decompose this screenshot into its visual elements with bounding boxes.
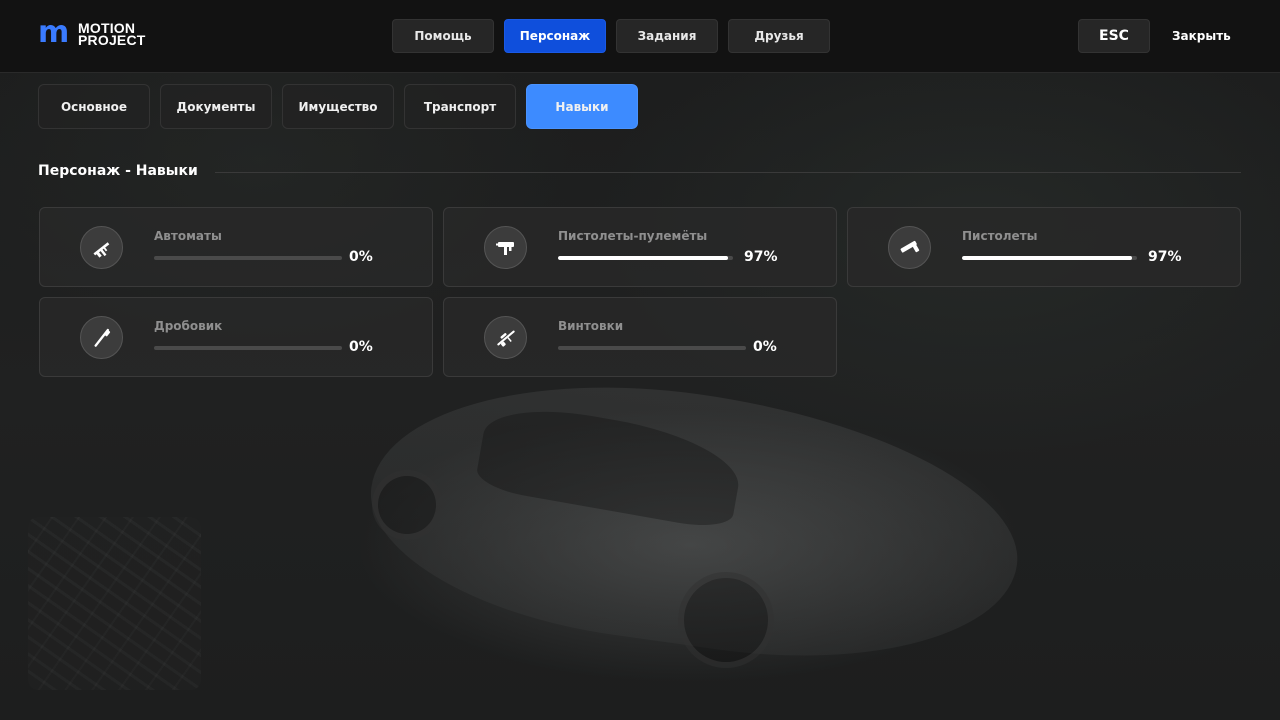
skill-percent: 97% — [1148, 249, 1182, 265]
skill-percent: 97% — [744, 249, 778, 265]
nav-character-button[interactable]: Персонаж — [504, 19, 606, 53]
minimap-background — [28, 517, 201, 690]
skill-percent: 0% — [349, 249, 373, 265]
tab-property[interactable]: Имущество — [282, 84, 394, 129]
logo-text: MOTION PROJECT — [78, 21, 146, 48]
skill-card-assault-rifles: Автоматы 0% — [39, 207, 433, 287]
skill-card-pistols: Пистолеты 97% — [847, 207, 1241, 287]
skill-percent: 0% — [349, 339, 373, 355]
nav-help-button[interactable]: Помощь — [392, 19, 494, 53]
skill-percent: 0% — [753, 339, 777, 355]
close-button[interactable]: Закрыть — [1172, 29, 1231, 43]
skill-card-submachine-guns: Пистолеты-пулемёты 97% — [443, 207, 837, 287]
pistol-icon — [888, 226, 931, 269]
skill-name: Пистолеты — [962, 229, 1038, 243]
skill-card-shotgun: Дробовик 0% — [39, 297, 433, 377]
skill-progress-bar — [154, 346, 342, 350]
skill-progress-bar — [154, 256, 342, 260]
esc-key-button[interactable]: ESC — [1078, 19, 1150, 53]
skill-name: Дробовик — [154, 319, 223, 333]
assault-rifle-icon — [80, 226, 123, 269]
page-title: Персонаж - Навыки — [38, 163, 198, 179]
top-bar: m MOTION PROJECT Помощь Персонаж Задания… — [0, 0, 1280, 73]
skill-progress-fill — [558, 256, 728, 260]
tab-skills[interactable]: Навыки — [526, 84, 638, 129]
skill-name: Автоматы — [154, 229, 222, 243]
character-tabs: Основное Документы Имущество Транспорт Н… — [38, 84, 638, 129]
nav-quests-button[interactable]: Задания — [616, 19, 718, 53]
skill-card-rifles: Винтовки 0% — [443, 297, 837, 377]
tab-documents[interactable]: Документы — [160, 84, 272, 129]
skill-name: Пистолеты-пулемёты — [558, 229, 708, 243]
skill-progress-fill — [962, 256, 1132, 260]
sniper-rifle-icon — [484, 316, 527, 359]
shotgun-icon — [80, 316, 123, 359]
tab-general[interactable]: Основное — [38, 84, 150, 129]
nav-friends-button[interactable]: Друзья — [728, 19, 830, 53]
skill-progress-bar — [558, 346, 746, 350]
tab-transport[interactable]: Транспорт — [404, 84, 516, 129]
logo-line-2: PROJECT — [78, 32, 146, 48]
skill-name: Винтовки — [558, 319, 624, 333]
motion-project-logo: m MOTION PROJECT — [38, 15, 146, 50]
skill-progress-bar — [962, 256, 1137, 260]
logo-m-icon: m — [38, 15, 70, 50]
skill-progress-bar — [558, 256, 733, 260]
car-wheel-background — [372, 470, 442, 540]
title-divider — [215, 172, 1241, 173]
submachine-gun-icon — [484, 226, 527, 269]
main-nav: Помощь Персонаж Задания Друзья — [392, 19, 830, 53]
car-wheel-background — [678, 572, 774, 668]
